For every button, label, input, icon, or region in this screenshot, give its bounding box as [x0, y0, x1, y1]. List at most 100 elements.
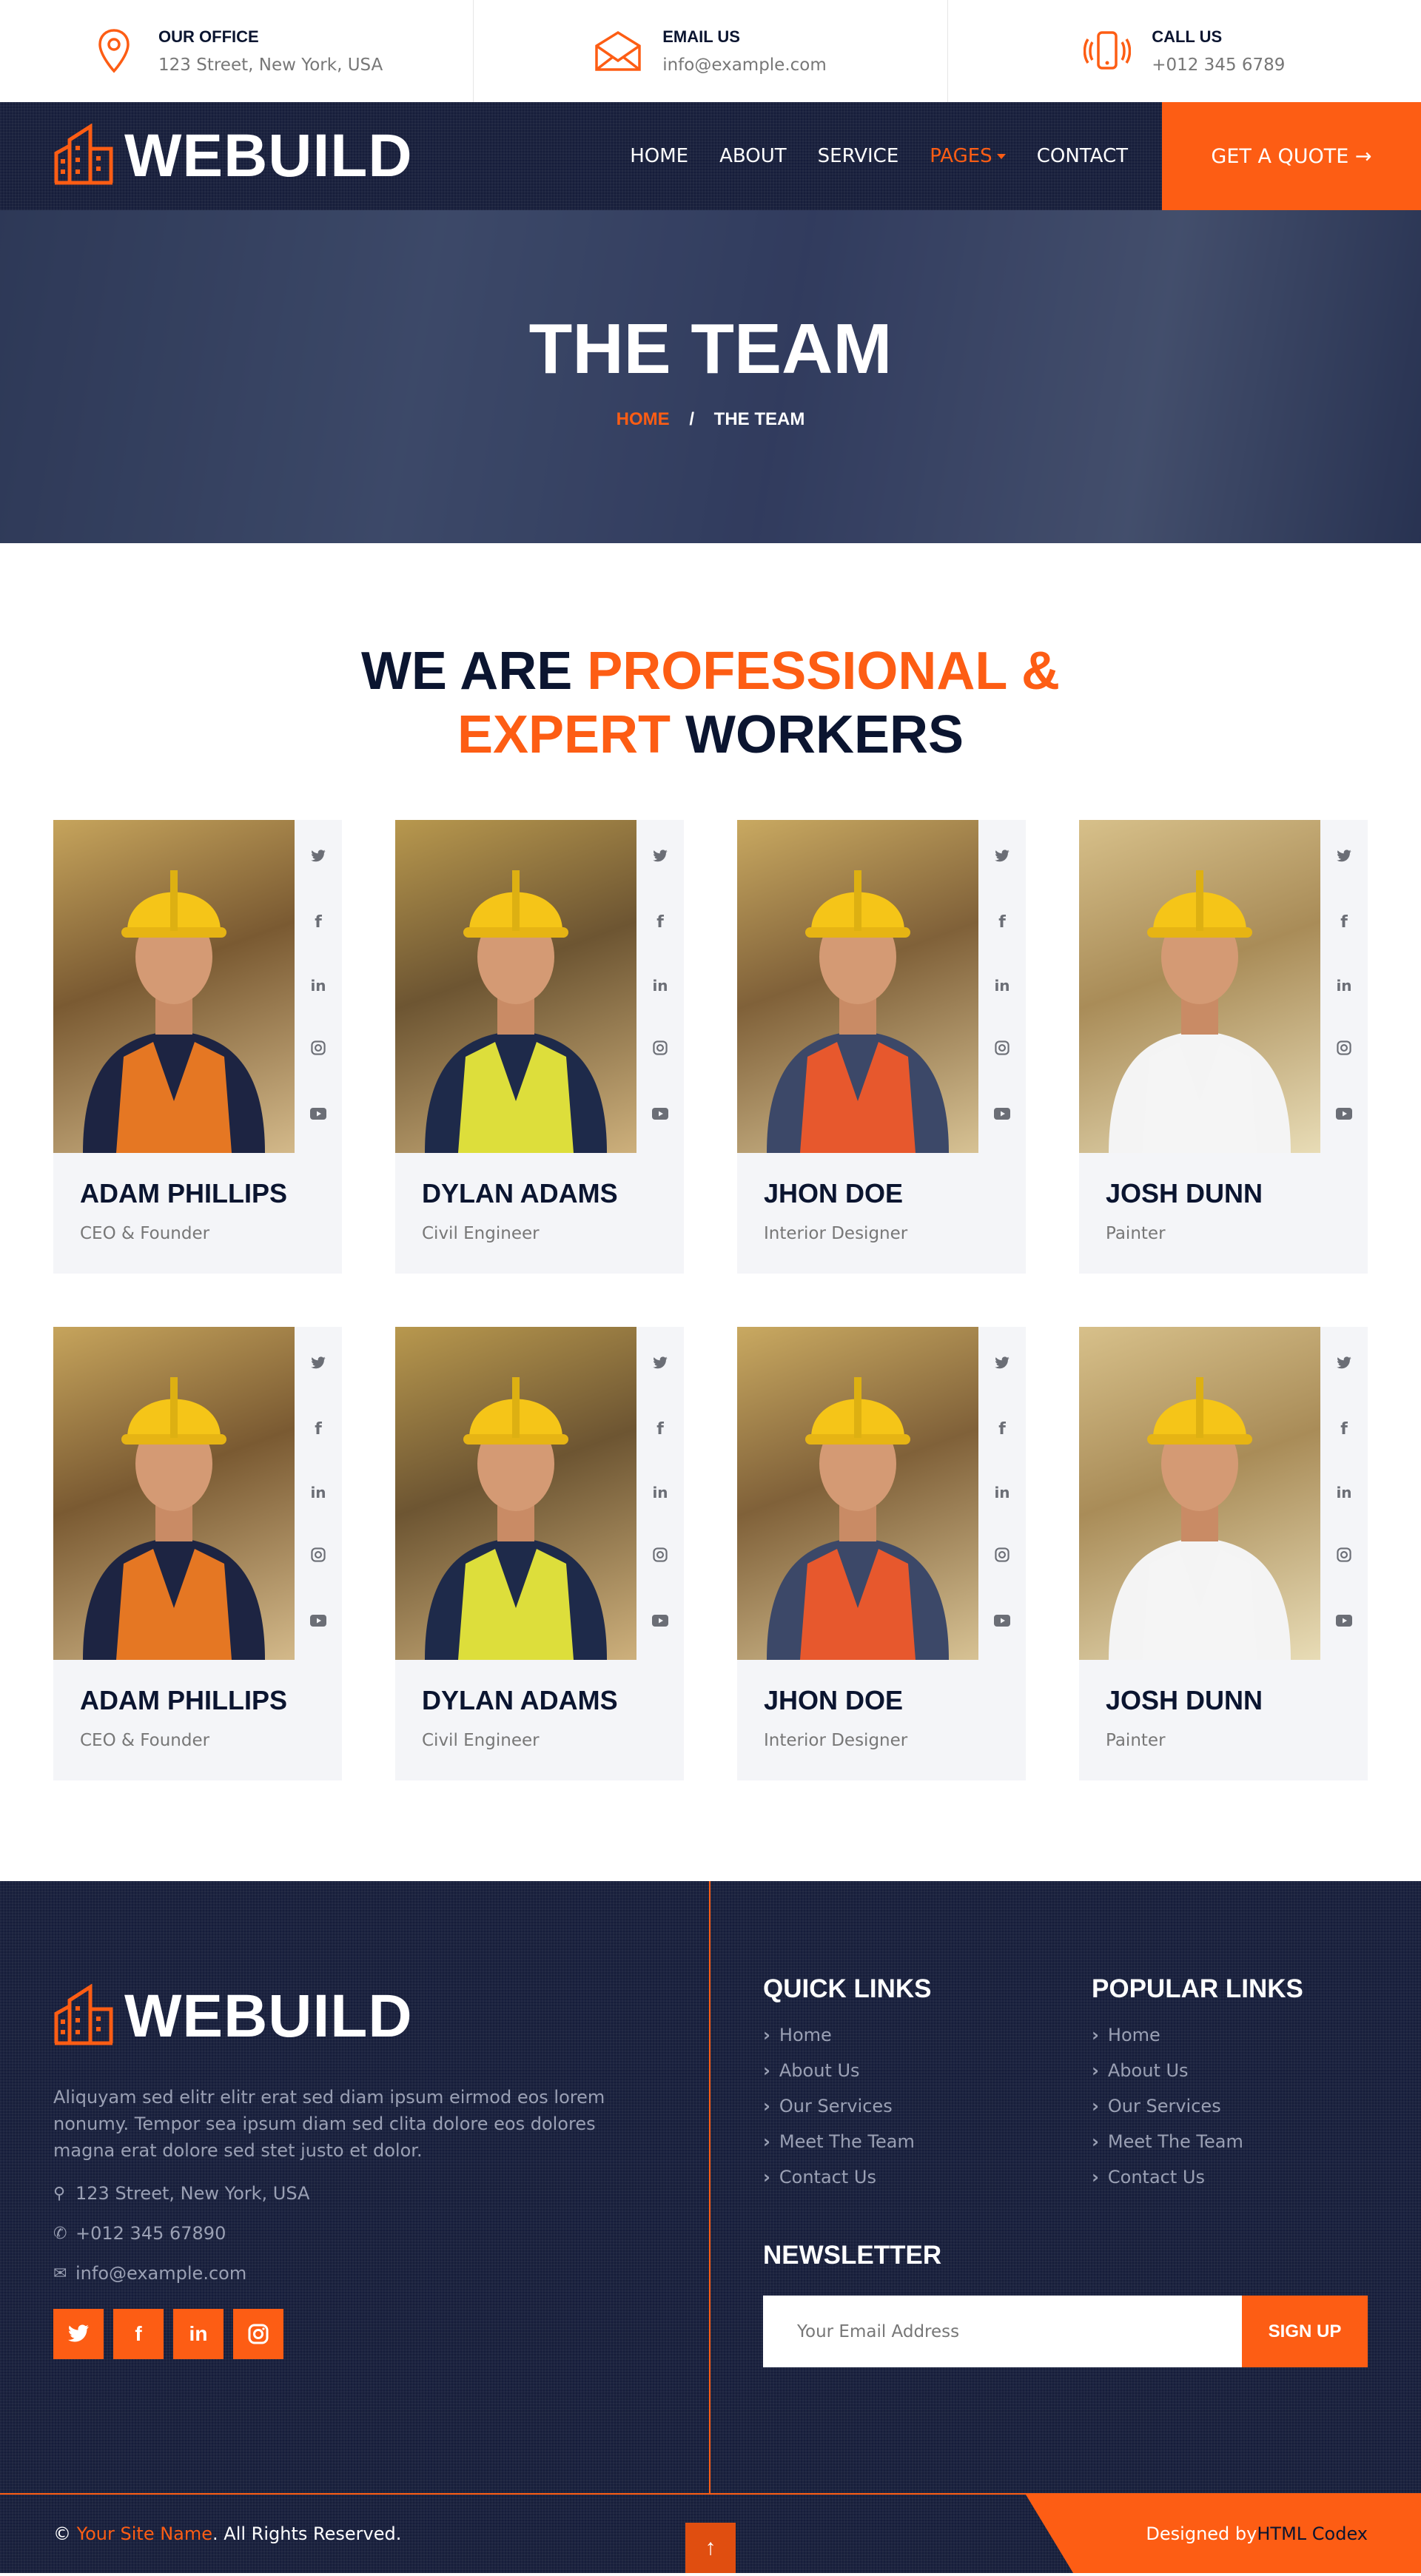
twitter-icon[interactable]	[652, 1356, 668, 1374]
facebook-icon[interactable]: f	[656, 1420, 664, 1439]
footer-email-text[interactable]: info@example.com	[75, 2263, 246, 2284]
facebook-icon[interactable]: f	[998, 913, 1006, 932]
brand-logo[interactable]: WEBUILD	[53, 121, 413, 191]
nav-about[interactable]: ABOUT	[719, 145, 787, 167]
instagram-icon[interactable]	[233, 2309, 283, 2359]
twitter-icon[interactable]	[994, 849, 1010, 867]
instagram-icon[interactable]	[995, 1547, 1010, 1567]
office-text: 123 Street, New York, USA	[158, 56, 383, 75]
twitter-icon[interactable]	[994, 1356, 1010, 1374]
map-marker-icon: ⚲	[53, 2184, 66, 2203]
copyright-prefix: ©	[53, 2523, 77, 2544]
nav-pages-dropdown[interactable]: PAGES	[930, 145, 1006, 167]
youtube-icon[interactable]	[310, 1106, 326, 1124]
facebook-icon[interactable]: f	[1340, 913, 1348, 932]
back-to-top-arrow-icon[interactable]: ↑	[685, 2523, 736, 2573]
breadcrumb-current: THE TEAM	[713, 409, 805, 429]
team-member-card: f in JHON DOE Interior Designer	[737, 1327, 1026, 1780]
designed-by: Designed by HTML Codex	[1026, 2495, 1421, 2573]
caret-down-icon	[996, 154, 1006, 159]
linkedin-icon[interactable]: in	[652, 1484, 668, 1501]
instagram-icon[interactable]	[1337, 1040, 1351, 1060]
twitter-icon[interactable]	[310, 1356, 326, 1374]
instagram-icon[interactable]	[653, 1547, 668, 1567]
youtube-icon[interactable]	[994, 1612, 1010, 1631]
instagram-icon[interactable]	[311, 1040, 326, 1060]
popular-link-about[interactable]: About Us	[1092, 2060, 1420, 2096]
nav-home[interactable]: HOME	[630, 145, 688, 167]
quick-link-contact[interactable]: Contact Us	[763, 2167, 1092, 2202]
footer-email: ✉ info@example.com	[53, 2263, 709, 2284]
site-name-link[interactable]: Your Site Name	[77, 2523, 212, 2544]
twitter-icon[interactable]	[1336, 849, 1352, 867]
footer-bottom-bar: © Your Site Name. All Rights Reserved. ↑…	[0, 2493, 1421, 2573]
footer-brand-logo[interactable]: WEBUILD	[53, 1982, 709, 2051]
linkedin-icon[interactable]: in	[310, 977, 326, 995]
team-member-socials: f in	[636, 1327, 684, 1660]
team-member-card: f in JOSH DUNN Painter	[1079, 820, 1368, 1274]
youtube-icon[interactable]	[1336, 1106, 1352, 1124]
facebook-icon[interactable]: f	[113, 2309, 164, 2359]
footer-social-buttons: f in	[53, 2309, 709, 2359]
team-member-socials: f in	[295, 1327, 342, 1660]
facebook-icon[interactable]: f	[1340, 1420, 1348, 1439]
html-codex-link[interactable]: HTML Codex	[1257, 2523, 1368, 2544]
team-member-photo	[53, 1327, 295, 1660]
facebook-icon[interactable]: f	[315, 913, 322, 932]
popular-link-services[interactable]: Our Services	[1092, 2096, 1420, 2131]
quick-link-services[interactable]: Our Services	[763, 2096, 1092, 2131]
heading-part-4: WORKERS	[671, 705, 964, 764]
youtube-icon[interactable]	[652, 1612, 668, 1631]
popular-links: POPULAR LINKS Home About Us Our Services…	[1092, 1974, 1420, 2202]
team-member-name: JHON DOE	[764, 1685, 904, 1715]
top-info-bar: OUR OFFICE 123 Street, New York, USA EMA…	[0, 0, 1421, 102]
twitter-icon[interactable]	[652, 849, 668, 867]
get-quote-button[interactable]: GET A QUOTE →	[1162, 102, 1421, 210]
quick-link-about[interactable]: About Us	[763, 2060, 1092, 2096]
email-text[interactable]: info@example.com	[662, 56, 827, 75]
popular-link-contact[interactable]: Contact Us	[1092, 2167, 1420, 2202]
youtube-icon[interactable]	[310, 1612, 326, 1631]
call-text[interactable]: +012 345 6789	[1152, 56, 1285, 75]
linkedin-icon[interactable]: in	[994, 1484, 1010, 1501]
nav-contact[interactable]: CONTACT	[1037, 145, 1128, 167]
instagram-icon[interactable]	[1337, 1547, 1351, 1567]
envelope-icon: ✉	[53, 2264, 67, 2283]
phone-vibrate-icon	[1084, 27, 1132, 75]
facebook-icon[interactable]: f	[998, 1420, 1006, 1439]
linkedin-icon[interactable]: in	[1336, 977, 1351, 995]
twitter-icon[interactable]	[310, 849, 326, 867]
linkedin-icon[interactable]: in	[652, 977, 668, 995]
linkedin-icon[interactable]: in	[310, 1484, 326, 1501]
facebook-icon[interactable]: f	[315, 1420, 322, 1439]
linkedin-icon[interactable]: in	[994, 977, 1010, 995]
youtube-icon[interactable]	[1336, 1612, 1352, 1631]
building-icon	[53, 1983, 114, 2050]
instagram-icon[interactable]	[653, 1040, 668, 1060]
sign-up-button[interactable]: SIGN UP	[1242, 2296, 1368, 2367]
quick-link-team[interactable]: Meet The Team	[763, 2131, 1092, 2167]
breadcrumb-home[interactable]: HOME	[617, 409, 670, 429]
popular-link-team[interactable]: Meet The Team	[1092, 2131, 1420, 2167]
designed-prefix: Designed by	[1146, 2523, 1257, 2544]
team-member-role: Civil Engineer	[422, 1731, 540, 1750]
facebook-icon[interactable]: f	[656, 913, 664, 932]
team-member-photo	[737, 820, 978, 1153]
instagram-icon[interactable]	[995, 1040, 1010, 1060]
email-info: EMAIL US info@example.com	[474, 0, 948, 102]
youtube-icon[interactable]	[994, 1106, 1010, 1124]
quick-link-home[interactable]: Home	[763, 2025, 1092, 2060]
youtube-icon[interactable]	[652, 1106, 668, 1124]
linkedin-icon[interactable]: in	[1336, 1484, 1351, 1501]
nav-service[interactable]: SERVICE	[818, 145, 899, 167]
instagram-icon[interactable]	[311, 1547, 326, 1567]
twitter-icon[interactable]	[1336, 1356, 1352, 1374]
building-icon	[53, 122, 114, 189]
twitter-icon[interactable]	[53, 2309, 104, 2359]
office-title: OUR OFFICE	[158, 27, 259, 46]
linkedin-icon[interactable]: in	[173, 2309, 224, 2359]
footer-links-column: QUICK LINKS Home About Us Our Services M…	[710, 1881, 1421, 2493]
team-member-role: Interior Designer	[764, 1731, 908, 1750]
popular-link-home[interactable]: Home	[1092, 2025, 1420, 2060]
newsletter-email-input[interactable]	[763, 2296, 1242, 2367]
